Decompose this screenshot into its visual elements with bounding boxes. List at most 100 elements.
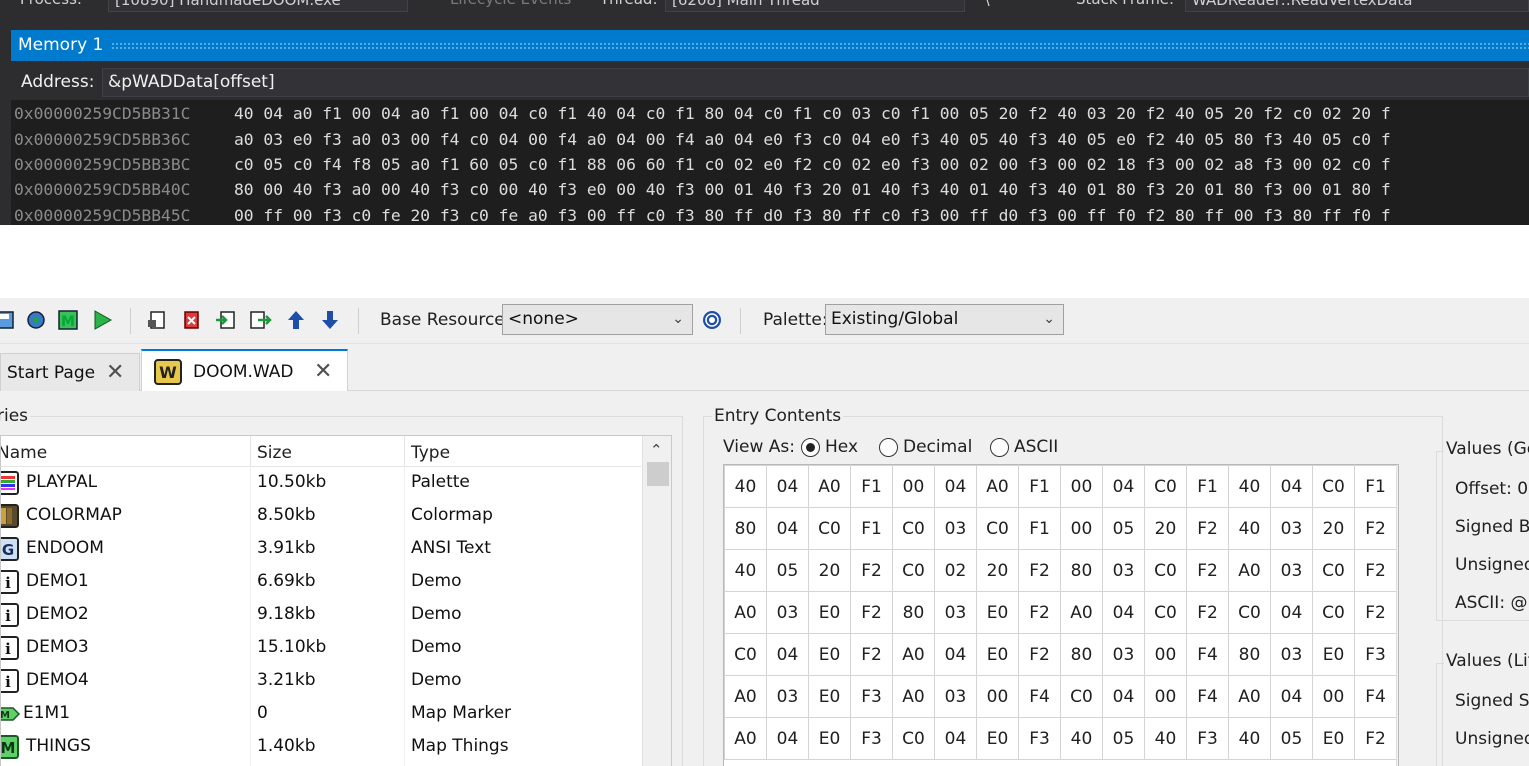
hex-cell[interactable]: 03 bbox=[766, 591, 809, 634]
hex-cell[interactable]: 80 bbox=[724, 507, 767, 550]
list-item[interactable]: M THINGS 1.40kb Map Things bbox=[1, 731, 641, 764]
scrollbar-thumb[interactable] bbox=[647, 462, 669, 486]
hex-cell[interactable]: 04 bbox=[934, 633, 977, 676]
hex-cell[interactable]: 04 bbox=[1270, 591, 1313, 634]
hex-cell[interactable]: 80 bbox=[1060, 549, 1103, 592]
hex-cell[interactable]: E0 bbox=[808, 633, 851, 676]
hex-cell[interactable]: A0 bbox=[1228, 675, 1271, 718]
move-up-icon[interactable] bbox=[284, 308, 308, 332]
hex-cell[interactable]: 03 bbox=[934, 507, 977, 550]
hex-cell[interactable]: E0 bbox=[976, 717, 1019, 760]
hex-cell[interactable]: F2 bbox=[1018, 633, 1061, 676]
new-entry-icon[interactable] bbox=[146, 308, 170, 332]
hex-cell[interactable]: F3 bbox=[1018, 717, 1061, 760]
hex-cell[interactable]: C0 bbox=[892, 717, 935, 760]
hex-cell[interactable]: F2 bbox=[1354, 717, 1397, 760]
hex-cell[interactable]: E0 bbox=[1312, 633, 1355, 676]
hex-cell[interactable]: C0 bbox=[1312, 591, 1355, 634]
hex-cell[interactable]: 04 bbox=[1102, 465, 1145, 508]
hex-cell[interactable]: 02 bbox=[934, 549, 977, 592]
hex-cell[interactable]: 04 bbox=[934, 717, 977, 760]
radio-indicator[interactable] bbox=[879, 438, 898, 457]
hex-cell[interactable]: C0 bbox=[892, 507, 935, 550]
hex-cell[interactable]: A0 bbox=[1228, 549, 1271, 592]
hex-cell[interactable]: F2 bbox=[1186, 549, 1229, 592]
list-item[interactable]: i DEMO3 15.10kb Demo bbox=[1, 632, 641, 665]
hex-cell[interactable]: F2 bbox=[850, 633, 893, 676]
hex-cell[interactable]: A0 bbox=[892, 633, 935, 676]
hex-cell[interactable]: C0 bbox=[976, 507, 1019, 550]
hex-grid[interactable]: 40 04 A0 F1 00 04 A0 F1 00 04 C0 F1 40 04 C0 F1 80 04 C0 F1… bbox=[723, 464, 1399, 766]
hex-cell[interactable]: C0 bbox=[1312, 465, 1355, 508]
hex-cell[interactable]: A0 bbox=[1060, 591, 1103, 634]
hex-cell[interactable]: 20 bbox=[1312, 507, 1355, 550]
hex-cell[interactable]: F2 bbox=[850, 549, 893, 592]
hex-cell[interactable]: 20 bbox=[808, 549, 851, 592]
hex-cell[interactable]: A0 bbox=[724, 675, 767, 718]
column-header-type[interactable]: Type bbox=[411, 443, 450, 463]
column-header-size[interactable]: Size bbox=[257, 443, 292, 463]
hex-cell[interactable]: 80 bbox=[1228, 633, 1271, 676]
hex-cell[interactable]: 80 bbox=[1060, 633, 1103, 676]
hex-cell[interactable]: C0 bbox=[1312, 549, 1355, 592]
hex-cell[interactable]: 04 bbox=[1102, 675, 1145, 718]
hex-cell[interactable]: 40 bbox=[1228, 465, 1271, 508]
hex-cell[interactable]: F2 bbox=[1354, 507, 1397, 550]
memory-window-titlebar[interactable]: Memory 1 bbox=[11, 30, 1529, 61]
memory-dump-view[interactable]: 0x00000259CD5BB31C 40 04 a0 f1 00 04 a0 f… bbox=[11, 100, 1529, 225]
hex-cell[interactable]: F1 bbox=[850, 465, 893, 508]
hex-cell[interactable]: 04 bbox=[1270, 675, 1313, 718]
hex-cell[interactable]: 20 bbox=[1144, 507, 1187, 550]
list-item[interactable]: COLORMAP 8.50kb Colormap bbox=[1, 500, 641, 533]
gear-icon[interactable] bbox=[700, 308, 724, 332]
hex-cell[interactable]: F3 bbox=[850, 717, 893, 760]
hex-cell[interactable]: 40 bbox=[1144, 717, 1187, 760]
hex-cell[interactable]: F2 bbox=[1186, 507, 1229, 550]
hex-cell[interactable]: A0 bbox=[892, 675, 935, 718]
hex-cell[interactable]: 04 bbox=[1270, 465, 1313, 508]
hex-cell[interactable]: 00 bbox=[892, 465, 935, 508]
address-input[interactable]: &pWADData[offset] bbox=[102, 68, 1529, 97]
hex-cell[interactable]: E0 bbox=[1312, 717, 1355, 760]
hex-cell[interactable]: F3 bbox=[1354, 633, 1397, 676]
column-divider[interactable] bbox=[250, 436, 251, 467]
hex-grid-scrollbar[interactable]: ⌃ bbox=[1396, 465, 1398, 766]
delete-entry-icon[interactable] bbox=[180, 308, 204, 332]
hex-cell[interactable]: 04 bbox=[766, 507, 809, 550]
radio-indicator[interactable] bbox=[990, 438, 1009, 457]
hex-cell[interactable]: 03 bbox=[1102, 549, 1145, 592]
hex-cell[interactable]: E0 bbox=[808, 675, 851, 718]
hex-cell[interactable]: 00 bbox=[976, 675, 1019, 718]
hex-cell[interactable]: E0 bbox=[976, 633, 1019, 676]
hex-cell[interactable]: F2 bbox=[1354, 549, 1397, 592]
hex-cell[interactable]: E0 bbox=[808, 591, 851, 634]
hex-cell[interactable]: C0 bbox=[1228, 591, 1271, 634]
hex-cell[interactable]: 00 bbox=[1312, 675, 1355, 718]
tab-doom-wad[interactable]: W DOOM.WAD ✕ bbox=[141, 349, 348, 391]
hex-cell[interactable]: F1 bbox=[850, 507, 893, 550]
hex-cell[interactable]: 05 bbox=[1102, 717, 1145, 760]
hex-cell[interactable]: 00 bbox=[1060, 465, 1103, 508]
hex-cell[interactable]: F1 bbox=[1186, 465, 1229, 508]
hex-cell[interactable]: 40 bbox=[724, 549, 767, 592]
hex-cell[interactable]: F4 bbox=[1186, 675, 1229, 718]
stack-frame-dropdown[interactable]: WADReader::ReadVertexData bbox=[1185, 0, 1529, 12]
list-item[interactable]: i DEMO1 6.69kb Demo bbox=[1, 566, 641, 599]
hex-cell[interactable]: 03 bbox=[934, 591, 977, 634]
hex-cell[interactable]: 04 bbox=[1102, 591, 1145, 634]
close-icon[interactable]: ✕ bbox=[106, 354, 124, 392]
list-item[interactable]: M E1M1 0 Map Marker bbox=[1, 698, 641, 731]
hex-cell[interactable]: 03 bbox=[1270, 549, 1313, 592]
list-item[interactable]: i DEMO2 9.18kb Demo bbox=[1, 599, 641, 632]
lifecycle-events-button[interactable]: Lifecycle Events bbox=[450, 0, 571, 8]
tab-start-page[interactable]: Start Page ✕ bbox=[0, 353, 140, 391]
hex-cell[interactable]: F4 bbox=[1186, 633, 1229, 676]
hex-cell[interactable]: E0 bbox=[976, 591, 1019, 634]
process-dropdown[interactable]: [10890] HandmadeDOOM.exe bbox=[108, 0, 408, 12]
hex-cell[interactable]: F1 bbox=[1018, 507, 1061, 550]
hex-cell[interactable]: F4 bbox=[1018, 675, 1061, 718]
list-item[interactable]: i DEMO4 3.21kb Demo bbox=[1, 665, 641, 698]
entry-list-scrollbar[interactable]: ⌃ bbox=[642, 436, 671, 766]
base-resource-dropdown[interactable]: <none> ⌄ bbox=[502, 304, 693, 335]
hex-cell[interactable]: A0 bbox=[808, 465, 851, 508]
